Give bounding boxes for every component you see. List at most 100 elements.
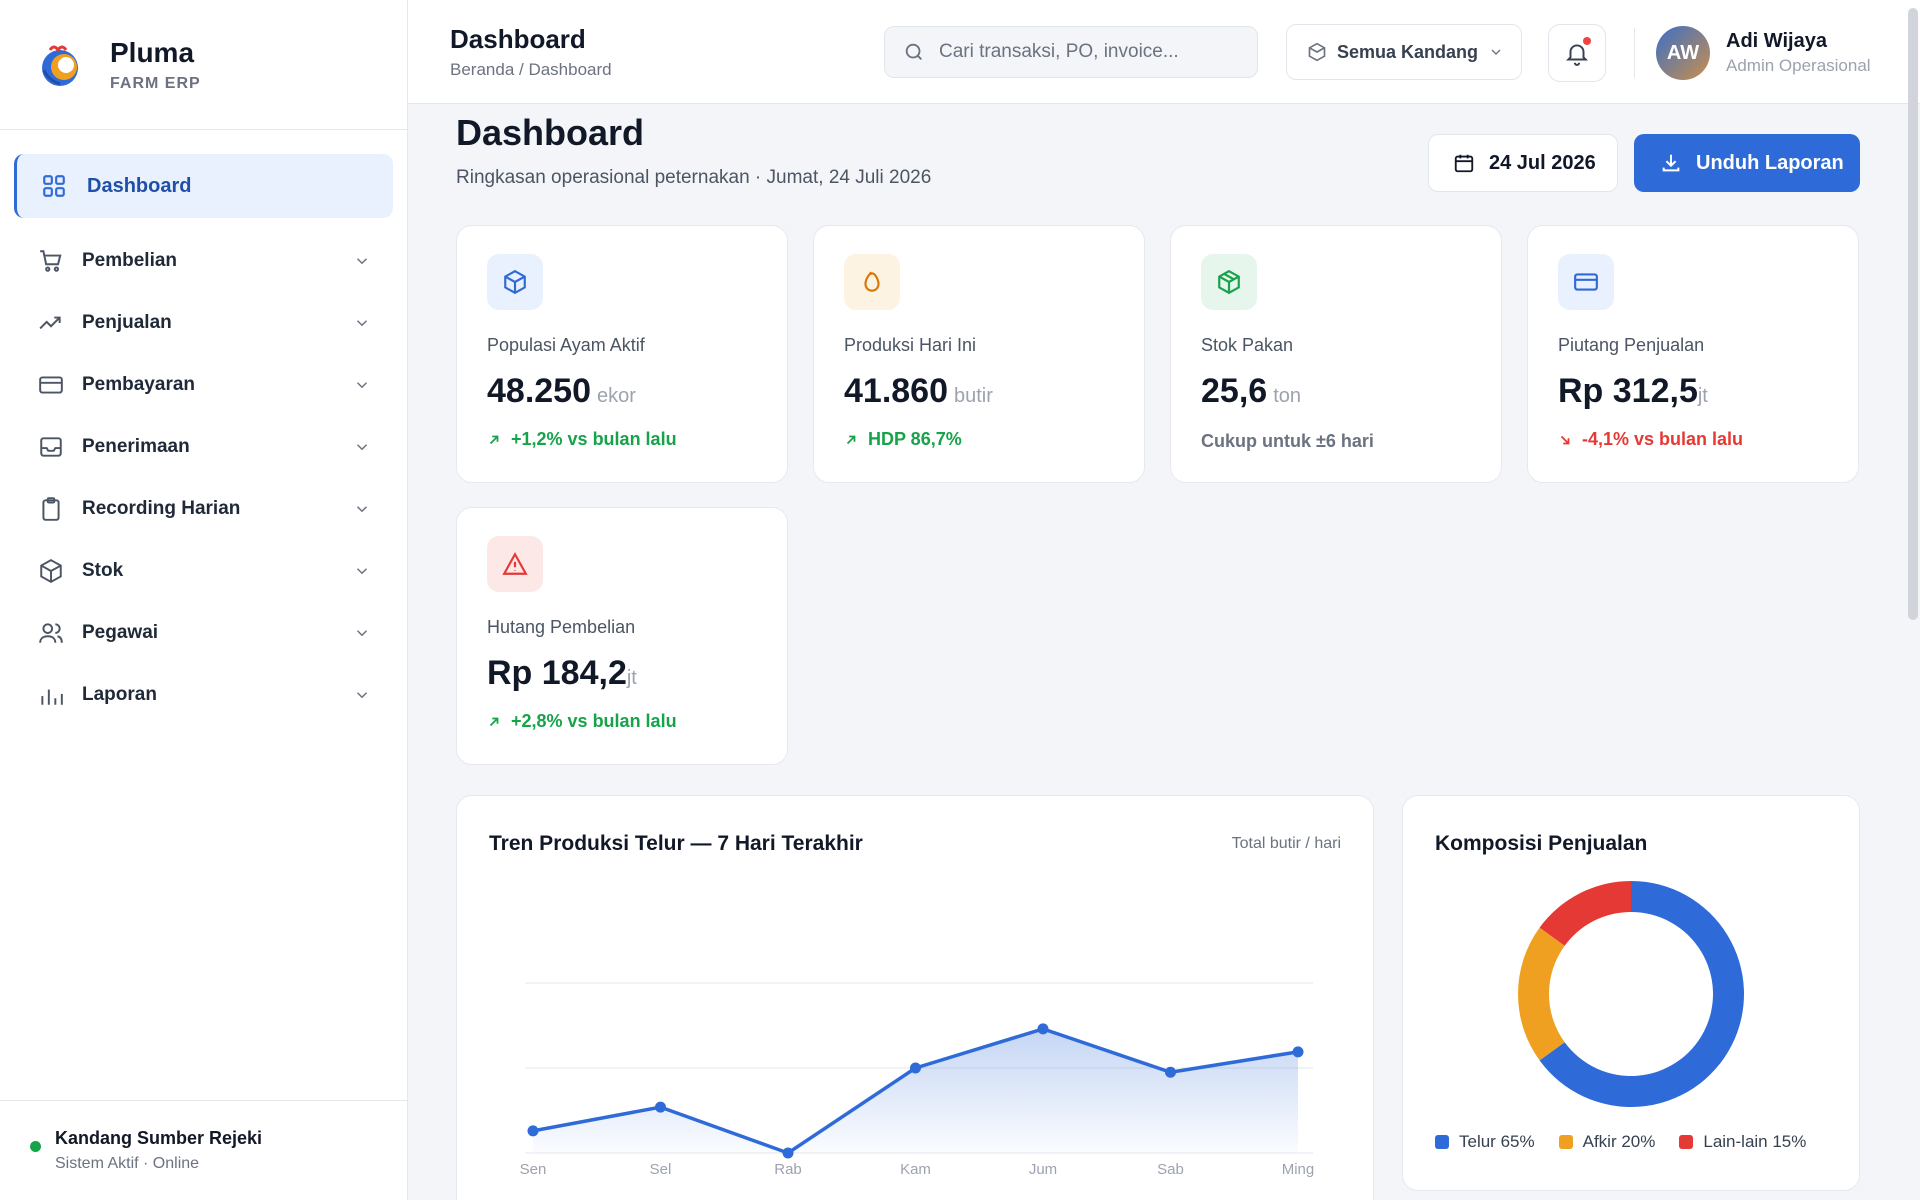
legend-item: Telur 65% (1435, 1132, 1535, 1152)
arrow-down-right-icon (1560, 435, 1570, 444)
stat-trend: +2,8% vs bulan lalu (487, 711, 677, 732)
production-trend-chart: Sen Sel Rab Kam Jum Sab Ming (520, 982, 1315, 1178)
date-label: 24 Jul 2026 (1489, 151, 1596, 174)
topbar: Dashboard Beranda / Dashboard Semua Kand… (408, 0, 1920, 104)
user-name[interactable]: Adi Wijaya (1726, 30, 1827, 53)
user-role: Admin Operasional (1726, 56, 1871, 75)
sidebar-item-label: Pegawai (82, 622, 159, 643)
search-input[interactable] (939, 41, 1239, 63)
page-scrollbar[interactable] (1906, 0, 1920, 620)
farm-name: Kandang Sumber Rejeki (55, 1128, 263, 1148)
production-trend-panel: Tren Produksi Telur — 7 Hari Terakhir To… (456, 795, 1374, 1200)
stat-trend: HDP 86,7% (844, 429, 962, 450)
sidebar-item-penjualan[interactable]: Penjualan (14, 292, 393, 354)
chevron-down-icon[interactable] (353, 624, 371, 642)
sidebar-item-pegawai[interactable]: Pegawai (14, 602, 393, 664)
avatar[interactable]: AW (1656, 26, 1710, 80)
search-icon (905, 43, 922, 60)
brand-name: Pluma (110, 36, 195, 68)
system-status: Sistem Aktif · Online (55, 1155, 200, 1172)
download-report-label: Unduh Laporan (1696, 151, 1844, 174)
stat-unit: jt (1697, 385, 1708, 407)
download-icon (1662, 154, 1680, 172)
stat-unit: ton (1273, 385, 1301, 407)
stat-card-produksi[interactable]: Produksi Hari Ini 41.860 butir HDP 86,7% (813, 225, 1145, 483)
stat-card-hutang[interactable]: Hutang Pembelian Rp 184,2jt +2,8% vs bul… (456, 507, 788, 765)
stat-value: 25,6 ton (1201, 372, 1301, 411)
grid-icon (41, 173, 67, 199)
chevron-down-icon[interactable] (353, 500, 371, 518)
download-report-button[interactable]: Unduh Laporan (1634, 134, 1860, 192)
clipboard-icon (38, 496, 64, 522)
stat-label: Stok Pakan (1201, 335, 1294, 355)
stat-value: 48.250 ekor (487, 372, 636, 411)
sales-composition-panel: Komposisi Penjualan Telur 65% Afkir 20% La… (1402, 795, 1860, 1191)
legend-item: Lain-lain 15% (1679, 1132, 1806, 1152)
data-point-Ming (1292, 1046, 1304, 1058)
chevron-down-icon[interactable] (353, 562, 371, 580)
arrow-up-right-icon (489, 435, 499, 444)
sidebar-item-label: Pembelian (82, 250, 178, 271)
scrollbar-thumb[interactable] (1908, 8, 1918, 620)
page-subtitle: Ringkasan operasional peternakan · Jumat… (456, 167, 932, 188)
chevron-down-icon[interactable] (353, 376, 371, 394)
sidebar-item-label: Penjualan (82, 312, 172, 333)
sidebar-nav: Dashboard Pembelian Penjualan Pembayaran (0, 130, 407, 750)
stat-label: Piutang Penjualan (1558, 335, 1705, 355)
sidebar-item-label: Stok (82, 560, 124, 581)
search-box[interactable] (884, 26, 1258, 78)
data-point-Sen (527, 1125, 539, 1137)
stat-trend: -4,1% vs bulan lalu (1558, 429, 1743, 450)
sidebar-item-penerimaan[interactable]: Penerimaan (14, 416, 393, 478)
x-tick-label: Sen (520, 1161, 547, 1178)
area-fill (533, 1028, 1298, 1153)
stat-card-stok-pakan[interactable]: Stok Pakan 25,6 ton Cukup untuk ±6 hari (1170, 225, 1502, 483)
x-tick-label: Sel (650, 1161, 672, 1178)
x-tick-label: Sab (1157, 1161, 1184, 1178)
chevron-down-icon[interactable] (353, 438, 371, 456)
date-picker-button[interactable]: 24 Jul 2026 (1428, 134, 1618, 192)
sidebar-item-dashboard[interactable]: Dashboard (14, 154, 393, 218)
cart-icon (38, 248, 64, 274)
stat-trend: +1,2% vs bulan lalu (487, 429, 677, 450)
sidebar-item-label: Dashboard (87, 174, 192, 197)
donut-slice-1 (1518, 927, 1565, 1061)
sidebar-item-recording-harian[interactable]: Recording Harian (14, 478, 393, 540)
stat-unit: butir (954, 385, 993, 407)
chevron-down-icon[interactable] (353, 314, 371, 332)
chicken-logo-icon (42, 45, 78, 86)
sidebar-item-label: Pembayaran (82, 374, 196, 395)
data-point-Jum (1037, 1023, 1049, 1035)
chevron-down-icon[interactable] (353, 686, 371, 704)
warning-icon (487, 536, 543, 592)
brand[interactable]: Pluma FARM ERP (0, 0, 407, 130)
sidebar-item-pembelian[interactable]: Pembelian (14, 230, 393, 292)
stat-card-populasi[interactable]: Populasi Ayam Aktif 48.250 ekor +1,2% vs … (456, 225, 788, 483)
kandang-selector-label: Semua Kandang (1337, 41, 1479, 62)
package-icon (1201, 254, 1257, 310)
arrow-up-right-icon (846, 435, 856, 444)
notifications-button[interactable] (1548, 24, 1606, 82)
stat-value: Rp 312,5jt (1558, 372, 1708, 411)
x-tick-label: Ming (1282, 1161, 1315, 1178)
sidebar-item-label: Recording Harian (82, 498, 241, 519)
legend-swatch (1435, 1135, 1449, 1149)
users-icon (38, 620, 64, 646)
cube-icon (487, 254, 543, 310)
stat-card-piutang[interactable]: Piutang Penjualan Rp 312,5jt -4,1% vs bu… (1527, 225, 1859, 483)
bar-chart-icon (38, 682, 64, 708)
stat-label: Produksi Hari Ini (844, 335, 977, 355)
box-icon (1308, 42, 1326, 62)
brand-subtitle: FARM ERP (110, 74, 201, 92)
stat-value: Rp 184,2jt (487, 654, 637, 693)
stat-number: 25,6 (1201, 372, 1268, 410)
sidebar: Pluma FARM ERP Dashboard Pembelian Penju… (0, 0, 408, 1200)
sidebar-item-pembayaran[interactable]: Pembayaran (14, 354, 393, 416)
sidebar-item-laporan[interactable]: Laporan (14, 664, 393, 726)
kandang-selector[interactable]: Semua Kandang (1286, 24, 1522, 80)
sales-composition-donut (1518, 881, 1744, 1107)
notification-badge (1583, 37, 1591, 45)
sidebar-item-stok[interactable]: Stok (14, 540, 393, 602)
x-tick-label: Rab (774, 1161, 802, 1178)
chevron-down-icon[interactable] (353, 252, 371, 270)
